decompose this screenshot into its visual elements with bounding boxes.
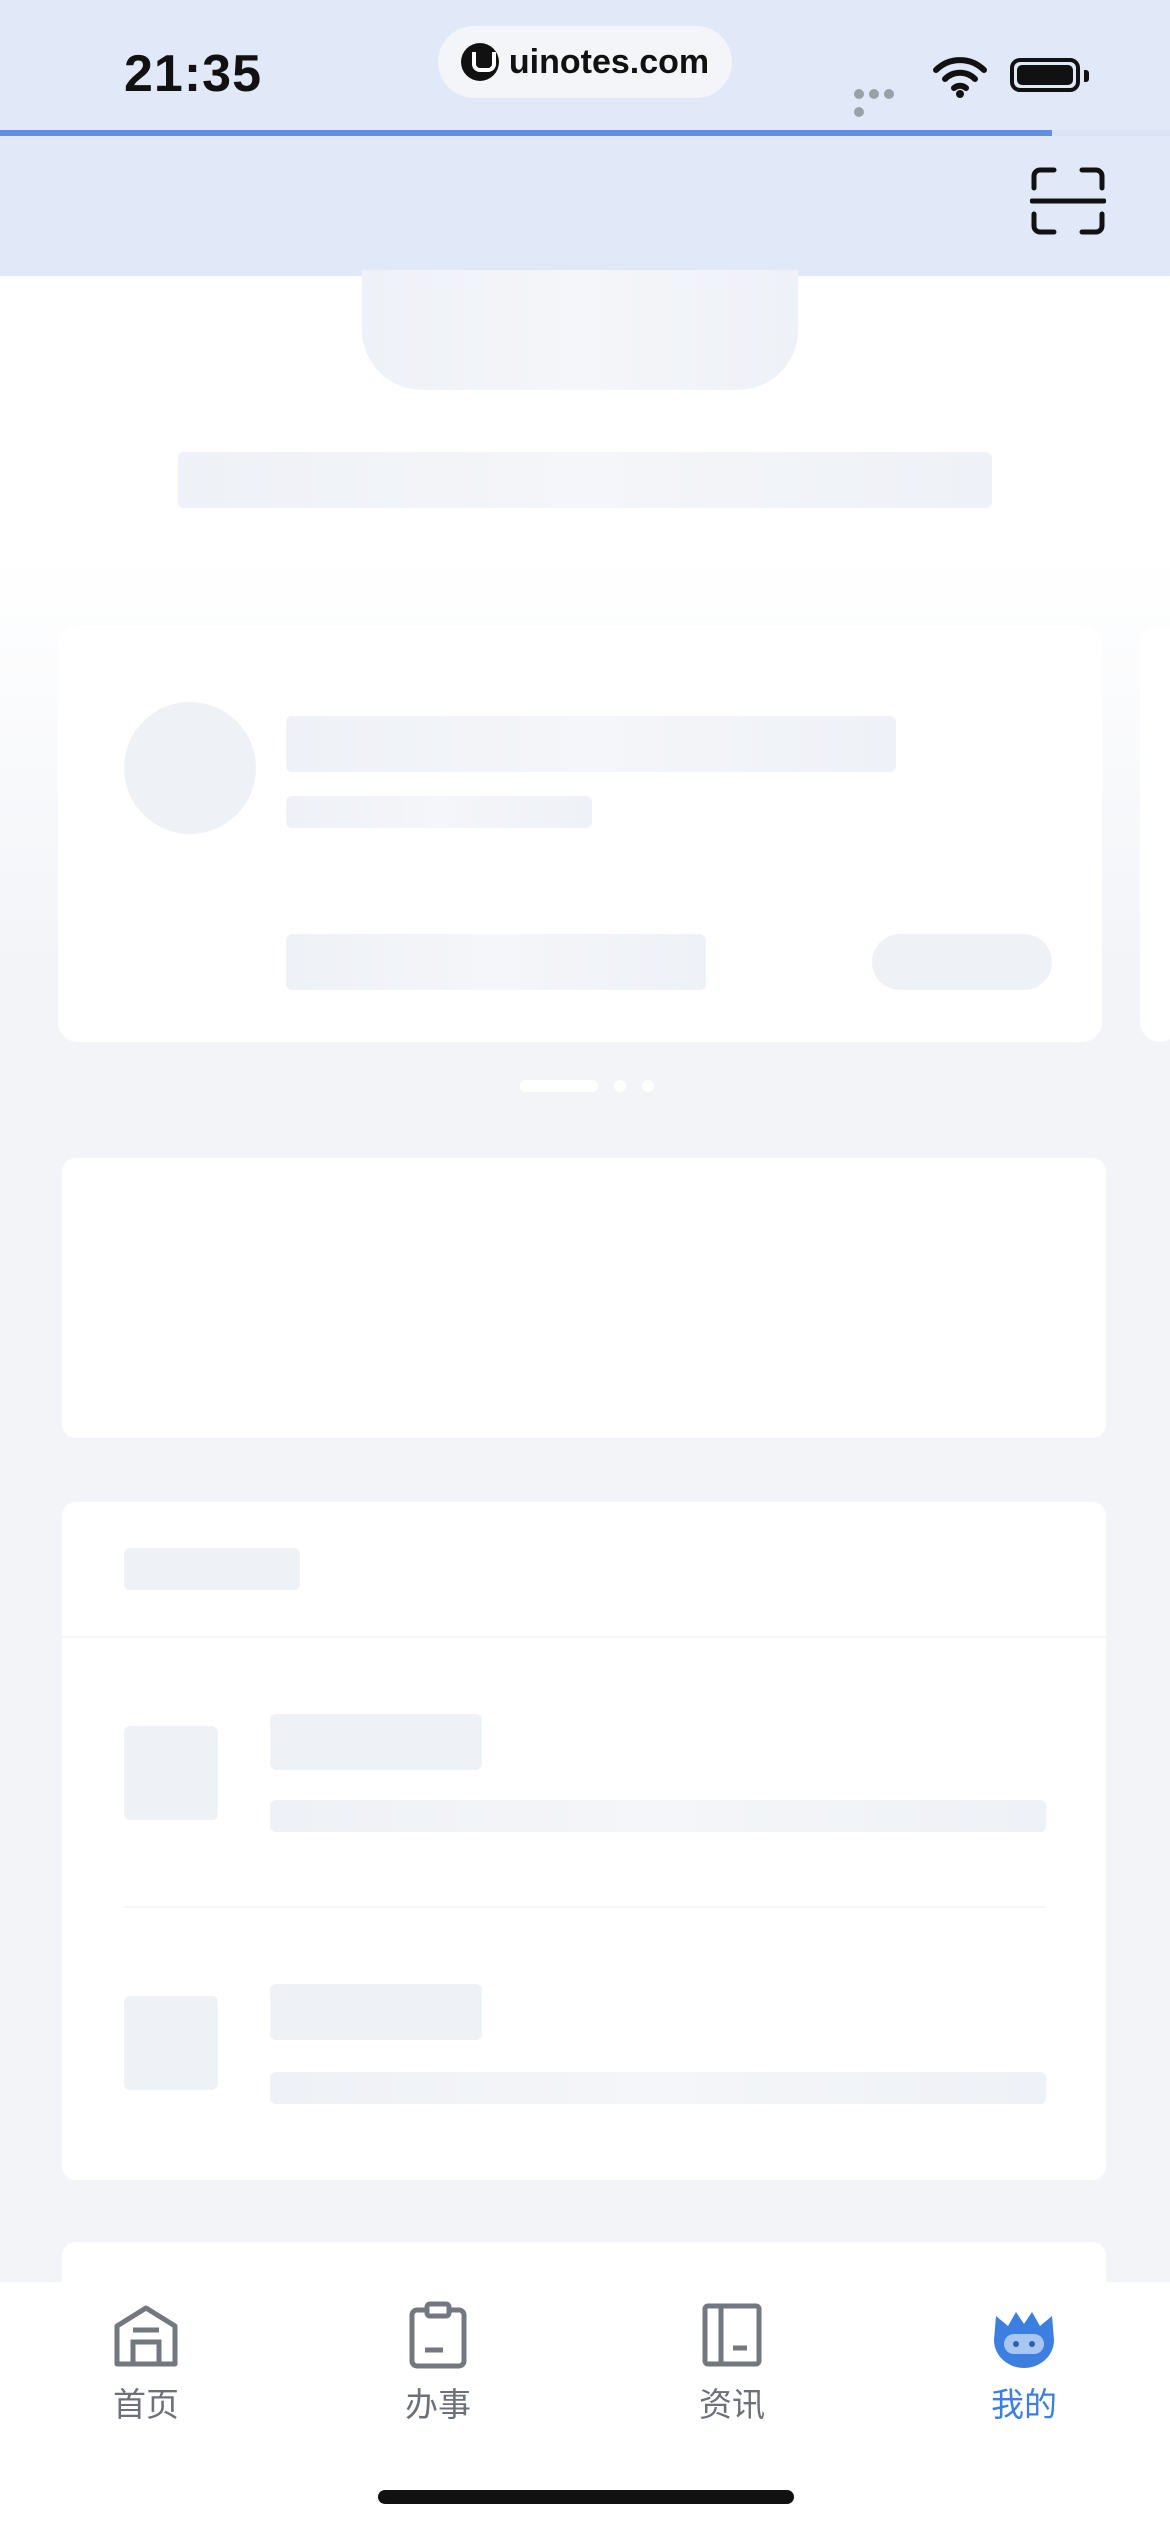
site-logo-icon [460,43,499,81]
carousel-dot[interactable] [642,1080,654,1092]
header-bar [0,136,1170,276]
tab-mine[interactable]: 我的 [944,2300,1104,2426]
tab-services[interactable]: 办事 [358,2300,518,2426]
url-text: uinotes.com [508,42,710,81]
list-card-divider [62,1636,1106,1638]
skeleton-line [286,934,706,990]
tab-news-label: 资讯 [699,2386,765,2423]
avatar-icon [994,2312,1054,2368]
skeleton-thumbnail [124,1726,218,1820]
battery-tip [1084,70,1089,82]
wifi-icon [933,57,987,98]
clipboard-icon [409,2301,467,2369]
skeleton-avatar-circle [124,702,256,834]
next-card-peek[interactable] [1140,626,1170,1042]
service-card[interactable] [62,1158,1106,1438]
list-divider [124,1906,1046,1908]
skeleton-line [270,1714,482,1770]
tab-home-label: 首页 [113,2386,179,2423]
tab-services-label: 办事 [405,2386,471,2423]
carousel-dot[interactable] [614,1080,626,1092]
home-icon [114,2305,178,2367]
skeleton-line [286,716,896,772]
skeleton-line [270,1800,1046,1832]
list-item[interactable] [62,1640,1106,1906]
skeleton-line [270,1984,482,2040]
signal-icon [854,86,912,117]
battery-icon [1010,58,1080,92]
status-time: 21:35 [124,45,262,103]
skeleton-avatar-placeholder [362,270,798,390]
url-pill[interactable]: uinotes.com [438,26,732,98]
skeleton-pill-button [872,934,1052,990]
skeleton-line [270,2072,1046,2104]
skeleton-list-heading [124,1548,300,1590]
book-icon [702,2303,762,2367]
tab-news[interactable]: 资讯 [652,2300,812,2426]
home-indicator[interactable] [378,2490,794,2504]
skeleton-thumbnail [124,1996,218,2090]
tab-home[interactable]: 首页 [66,2300,226,2426]
carousel-dot-active[interactable] [520,1080,598,1092]
tab-mine-label: 我的 [991,2386,1057,2423]
skeleton-line [286,796,592,828]
skeleton-title-placeholder [178,452,992,508]
list-item[interactable] [62,1910,1106,2178]
scan-icon[interactable] [1030,166,1106,236]
